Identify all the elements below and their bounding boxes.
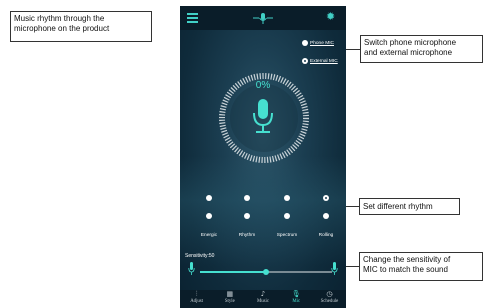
mode-radio-energic[interactable]: [206, 213, 212, 219]
tab-adjust[interactable]: ⫶ Adjust: [180, 290, 213, 308]
mode-dot[interactable]: [284, 195, 290, 201]
sensitivity-slider[interactable]: [200, 269, 332, 275]
phone-mic-label: Phone MIC: [310, 40, 334, 46]
callout-switch-mic: Switch phone microphone and external mic…: [360, 35, 483, 63]
mode-dot-selected[interactable]: [323, 195, 329, 201]
callout-line: microphone on the product: [14, 24, 110, 33]
tab-label: Schedule: [320, 299, 339, 304]
phone-mic-radio[interactable]: [302, 40, 308, 46]
callout-line: Music rhythm through the: [14, 14, 105, 23]
phone-mic-option[interactable]: Phone MIC: [302, 38, 334, 48]
callout-line: MIC to match the sound: [363, 265, 448, 274]
mode-radio-spectrum[interactable]: [284, 213, 290, 219]
callout-line: Change the sensitivity of: [363, 255, 451, 264]
level-percent: 0%: [255, 80, 271, 91]
phone-screen: ✹ Phone MIC External MIC 0% Energic Rhyt…: [180, 6, 346, 308]
menu-icon[interactable]: [187, 13, 198, 23]
mic-low-icon: [188, 262, 195, 275]
tab-mic[interactable]: 🎙 Mic: [280, 290, 313, 308]
mode-label-spectrum: Spectrum: [276, 233, 298, 238]
slider-thumb[interactable]: [263, 269, 269, 275]
tab-style[interactable]: ▦ Style: [213, 290, 246, 308]
connector-line: [346, 266, 359, 267]
mode-label-energic: Energic: [200, 233, 218, 238]
slider-fill: [200, 271, 266, 273]
callout-rhythm-intro: Music rhythm through the microphone on t…: [10, 11, 152, 42]
clock-icon: ◷: [326, 290, 333, 298]
callout-sensitivity: Change the sensitivity of MIC to match t…: [359, 252, 483, 281]
connector-line: [346, 206, 359, 207]
tab-label: Mic: [292, 299, 301, 304]
mode-radio-rolling[interactable]: [323, 213, 329, 219]
mode-dot[interactable]: [244, 195, 250, 201]
tab-label: Adjust: [190, 299, 203, 304]
gear-icon[interactable]: ✹: [326, 12, 337, 23]
tab-label: Style: [224, 299, 235, 304]
mode-dot[interactable]: [206, 195, 212, 201]
external-mic-option[interactable]: External MIC: [302, 56, 338, 66]
callout-line: Switch phone microphone: [364, 38, 457, 47]
top-bar: ✹: [180, 6, 346, 30]
mode-radio-rhythm[interactable]: [244, 213, 250, 219]
callout-line: and external microphone: [364, 48, 453, 57]
sliders-icon: ⫶: [195, 290, 198, 298]
music-icon: ♪: [260, 290, 266, 298]
grid-icon: ▦: [226, 290, 234, 298]
mic-high-icon: [331, 262, 338, 275]
connector-line: [346, 49, 360, 50]
tab-bar: ⫶ Adjust ▦ Style ♪ Music 🎙 Mic ◷ Schedul…: [180, 290, 346, 308]
external-mic-radio[interactable]: [302, 58, 308, 64]
tab-schedule[interactable]: ◷ Schedule: [313, 290, 346, 308]
microphone-icon[interactable]: [250, 99, 276, 135]
external-mic-label: External MIC: [310, 58, 338, 64]
callout-line: Set different rhythm: [363, 202, 433, 211]
mode-label-rolling: Rolling: [318, 233, 334, 238]
mic-icon: 🎙: [291, 290, 301, 298]
callout-rhythm-modes: Set different rhythm: [359, 198, 460, 215]
tab-music[interactable]: ♪ Music: [246, 290, 279, 308]
mode-label-rhythm: Rhythm: [238, 233, 256, 238]
mic-logo-icon: [253, 13, 273, 24]
tab-label: Music: [257, 299, 269, 304]
sensitivity-label: Sensitivity:50: [185, 253, 215, 259]
